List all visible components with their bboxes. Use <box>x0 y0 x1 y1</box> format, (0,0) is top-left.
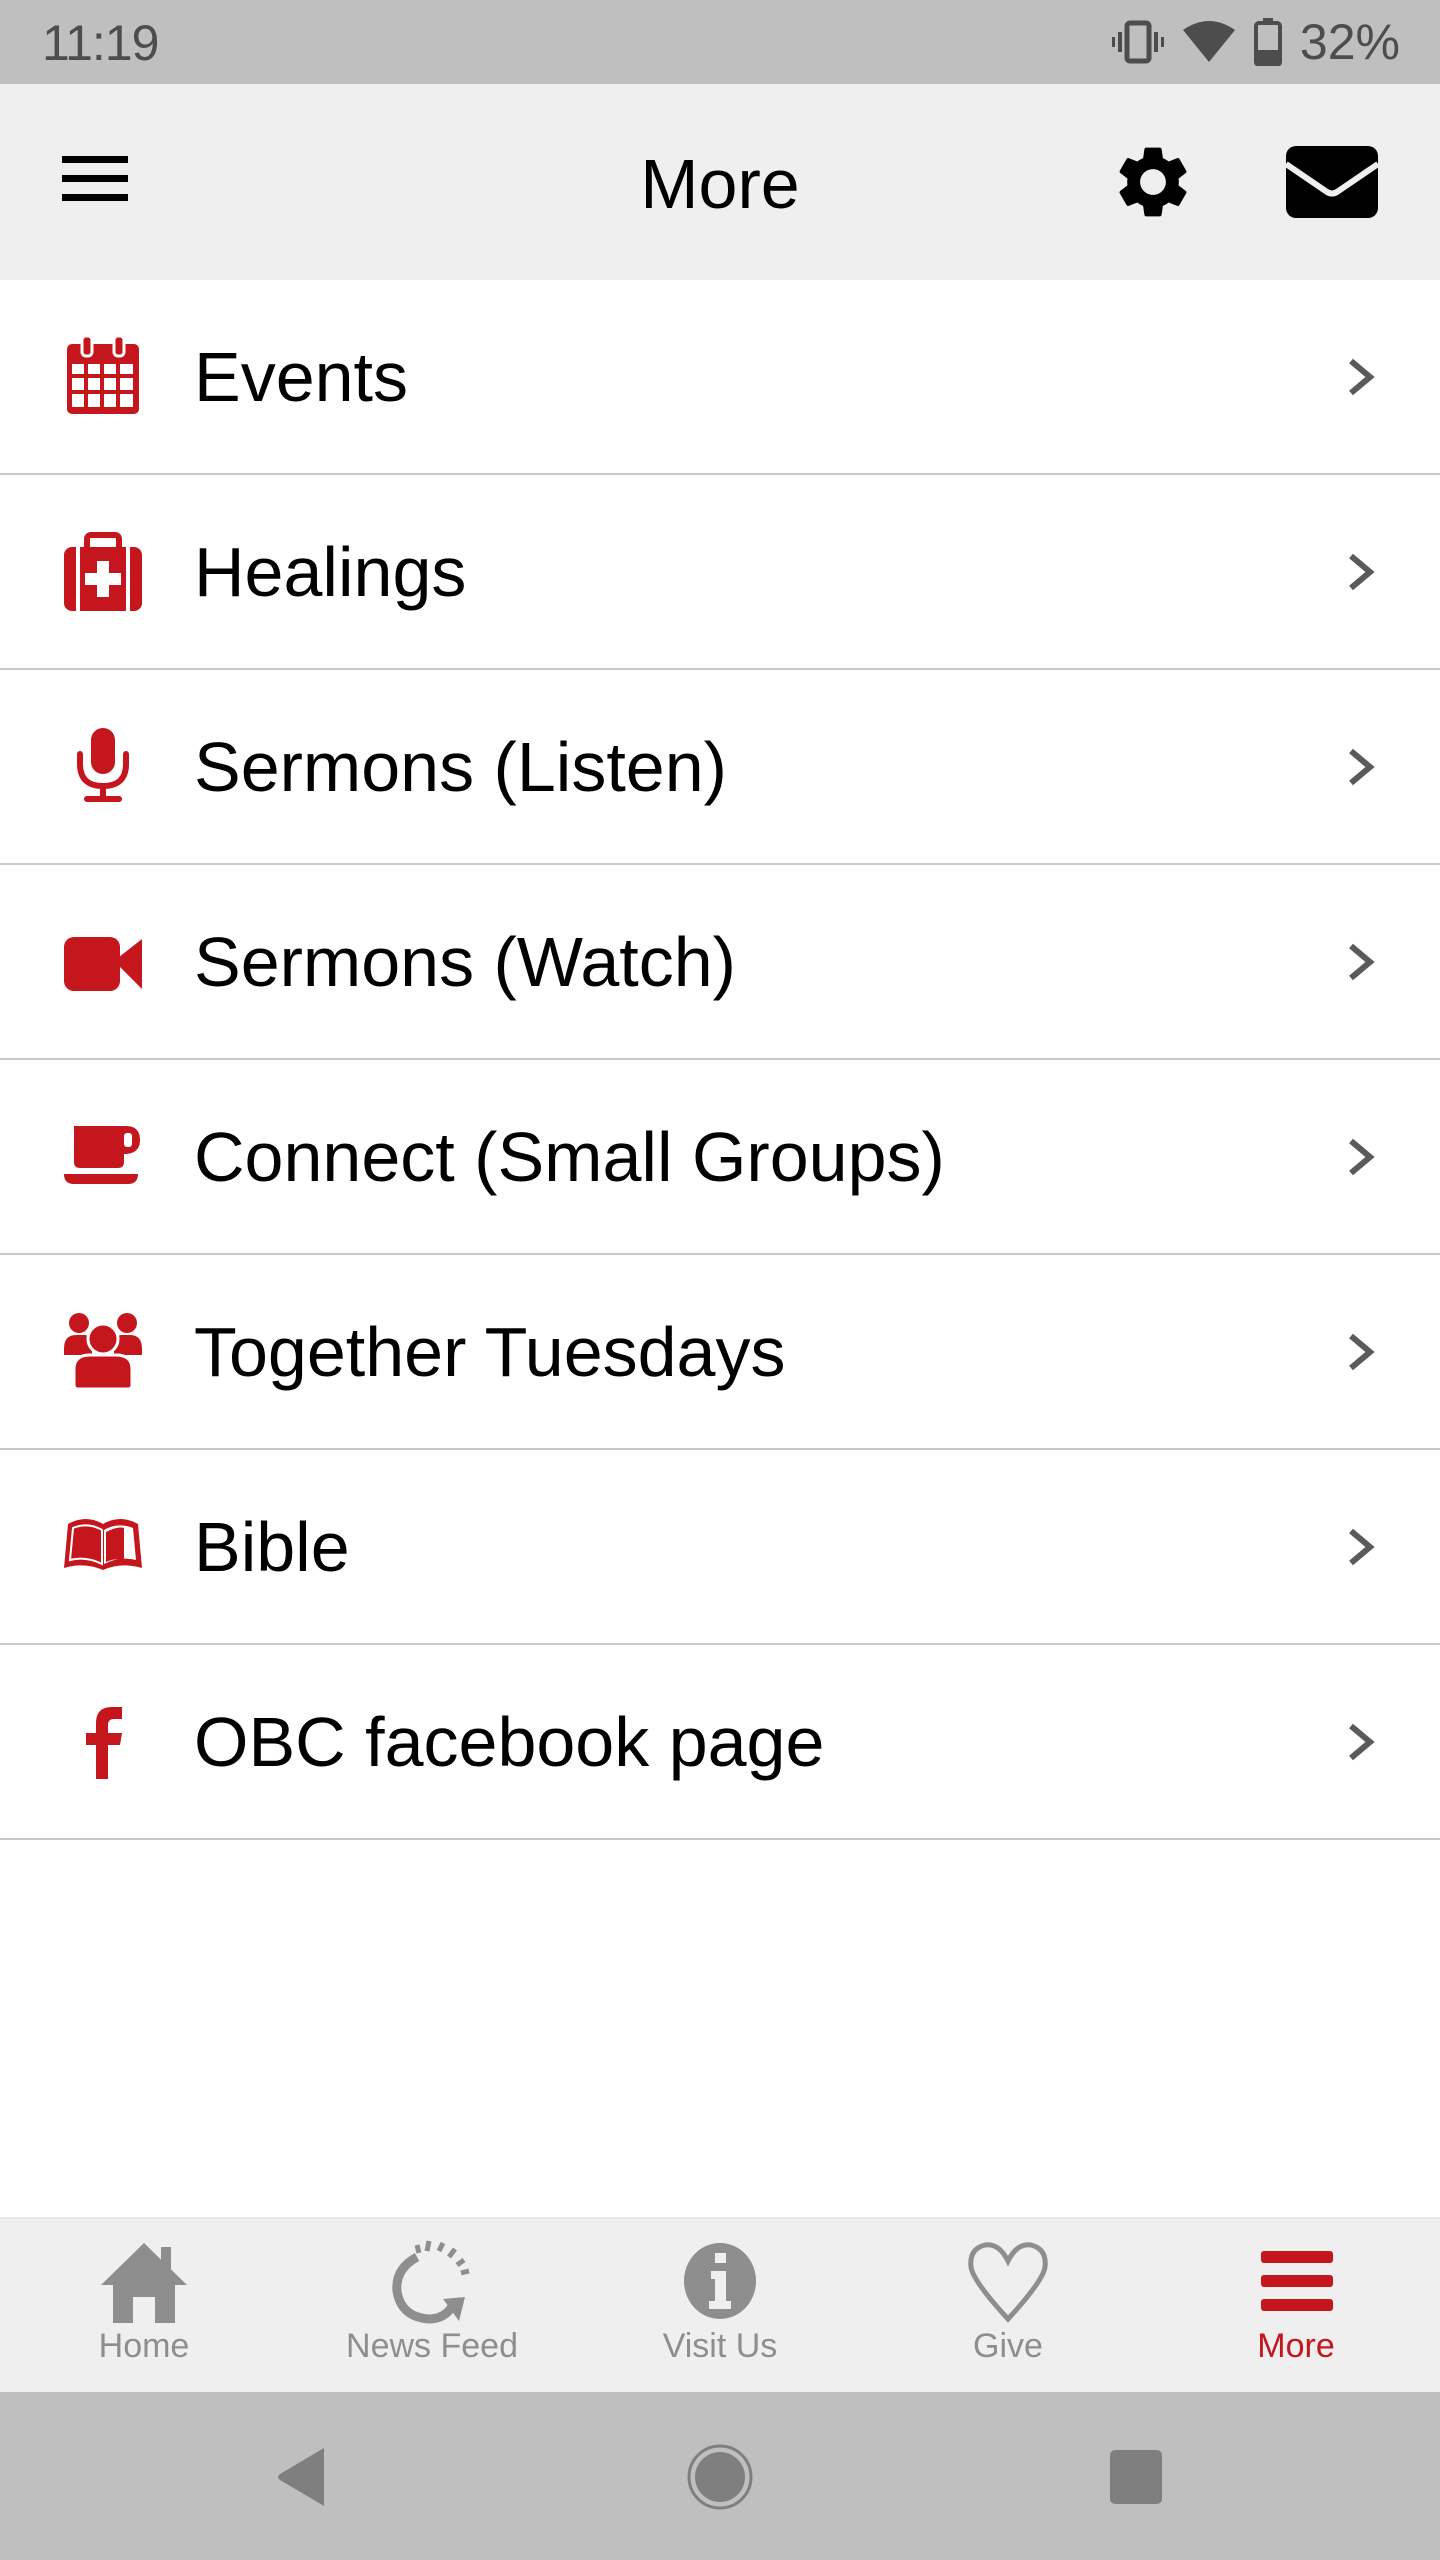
nav-give[interactable]: Give <box>864 2219 1152 2392</box>
menu-item-together-tuesdays[interactable]: Together Tuesdays <box>0 1255 1440 1450</box>
menu-item-label: Sermons (Listen) <box>194 728 727 806</box>
chevron-right-icon <box>1349 358 1375 396</box>
menu-list: Events Healings Sermons (Listen) Sermons… <box>0 280 1440 1840</box>
nav-news-feed[interactable]: News Feed <box>288 2219 576 2392</box>
microphone-icon <box>77 728 129 802</box>
nav-label: Home <box>98 2327 190 2365</box>
menu-item-label: Events <box>194 338 408 416</box>
menu-item-facebook[interactable]: OBC facebook page <box>0 1645 1440 1840</box>
home-circle-icon <box>687 2444 753 2510</box>
chevron-right-icon <box>1349 943 1375 981</box>
home-icon <box>101 2243 187 2323</box>
info-icon <box>684 2243 756 2319</box>
chevron-right-icon <box>1349 553 1375 591</box>
nav-more[interactable]: More <box>1152 2219 1440 2392</box>
envelope-icon <box>1284 146 1380 218</box>
recents-square-icon <box>1110 2450 1162 2504</box>
vibrate-icon <box>1111 20 1164 64</box>
menu-item-sermons-listen[interactable]: Sermons (Listen) <box>0 670 1440 865</box>
menu-item-sermons-watch[interactable]: Sermons (Watch) <box>0 865 1440 1060</box>
wifi-icon <box>1182 21 1235 62</box>
battery-icon <box>1253 18 1282 66</box>
nav-label: Give <box>973 2327 1043 2365</box>
hamburger-menu-button[interactable] <box>62 152 130 202</box>
chevron-right-icon <box>1349 1138 1375 1176</box>
chevron-right-icon <box>1349 748 1375 786</box>
medical-kit-icon <box>64 532 142 611</box>
nav-visit-us[interactable]: Visit Us <box>576 2219 864 2392</box>
status-icons: 32% <box>1111 14 1400 70</box>
nav-label: More <box>1257 2327 1335 2365</box>
menu-item-label: OBC facebook page <box>194 1703 825 1781</box>
group-icon <box>64 1313 142 1391</box>
menu-item-bible[interactable]: Bible <box>0 1450 1440 1645</box>
nav-label: News Feed <box>346 2327 518 2365</box>
heart-icon <box>968 2242 1048 2323</box>
system-recents-button[interactable] <box>1102 2442 1172 2512</box>
hamburger-line <box>62 175 128 182</box>
messages-button[interactable] <box>1283 140 1381 224</box>
menu-item-label: Sermons (Watch) <box>194 923 736 1001</box>
menu-item-label: Together Tuesdays <box>194 1313 786 1391</box>
facebook-icon <box>86 1707 122 1779</box>
chevron-right-icon <box>1349 1528 1375 1566</box>
system-nav-bar <box>0 2392 1440 2560</box>
menu-item-label: Connect (Small Groups) <box>194 1118 945 1196</box>
status-bar: 11:19 32% <box>0 0 1440 84</box>
back-triangle-icon <box>278 2448 324 2506</box>
menu-item-label: Bible <box>194 1508 350 1586</box>
refresh-feed-icon <box>392 2240 470 2324</box>
video-camera-icon <box>64 937 142 991</box>
coffee-cup-icon <box>64 1126 140 1184</box>
hamburger-menu-icon <box>62 156 128 163</box>
menu-item-connect[interactable]: Connect (Small Groups) <box>0 1060 1440 1255</box>
open-book-icon <box>64 1519 142 1570</box>
nav-home[interactable]: Home <box>0 2219 288 2392</box>
page-title: More <box>640 145 800 223</box>
menu-item-label: Healings <box>194 533 467 611</box>
battery-percent: 32% <box>1299 14 1400 70</box>
menu-lines-icon <box>1261 2251 1333 2311</box>
gear-icon <box>1119 147 1187 217</box>
status-time: 11:19 <box>42 15 159 71</box>
nav-label: Visit Us <box>662 2327 778 2365</box>
chevron-right-icon <box>1349 1723 1375 1761</box>
app-bar: More <box>0 84 1440 280</box>
bottom-nav: Home News Feed Visit Us Give More <box>0 2217 1440 2392</box>
settings-button[interactable] <box>1110 139 1196 225</box>
hamburger-line <box>62 194 128 201</box>
system-back-button[interactable] <box>272 2442 342 2512</box>
calendar-icon <box>67 336 139 414</box>
chevron-right-icon <box>1349 1333 1375 1371</box>
system-home-button[interactable] <box>685 2442 755 2512</box>
menu-item-healings[interactable]: Healings <box>0 475 1440 670</box>
menu-item-events[interactable]: Events <box>0 280 1440 475</box>
